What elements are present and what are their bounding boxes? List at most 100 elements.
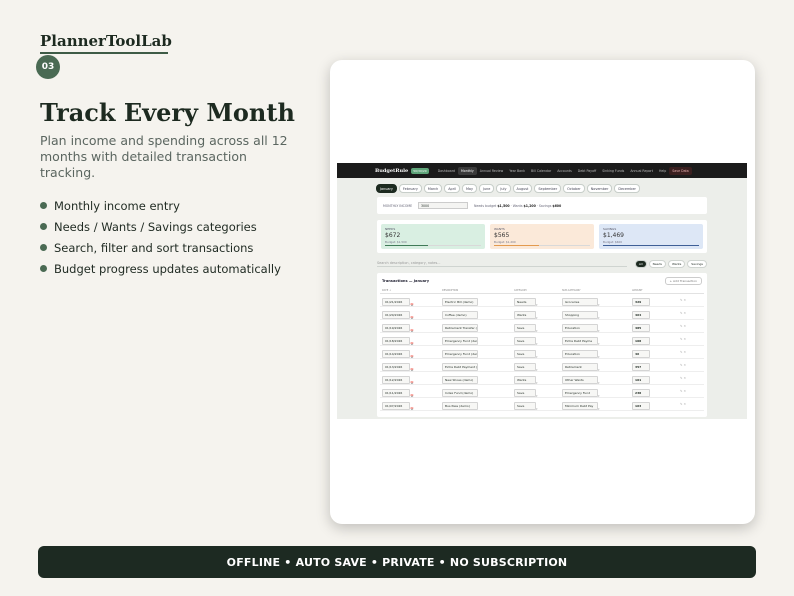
tab-january[interactable]: January	[376, 184, 397, 193]
tab-december[interactable]: December	[614, 184, 640, 193]
add-transaction-button[interactable]: + Add Transaction	[664, 277, 702, 285]
bullet-icon	[40, 244, 47, 251]
row-actions: ✎ ✕	[680, 350, 700, 354]
date-cell: 01/07/2026📅	[380, 395, 442, 414]
filter-needs[interactable]: Needs	[648, 260, 666, 268]
savings-summary-value: $600	[552, 203, 562, 208]
progress-fill	[385, 244, 429, 246]
delete-icon[interactable]: ✕	[683, 402, 686, 406]
card-budget: Budget: $1,500	[385, 240, 407, 244]
feature-list: Monthly income entry Needs / Wants / Sav…	[40, 195, 281, 279]
delete-icon[interactable]: ✕	[683, 311, 686, 315]
nav-debt-payoff[interactable]: Debt Payoff	[575, 167, 599, 175]
feature-item: Monthly income entry	[40, 195, 281, 216]
tab-april[interactable]: April	[444, 184, 460, 193]
tab-november[interactable]: November	[586, 184, 613, 193]
wants-summary-value: $1,200	[523, 203, 536, 208]
nav-bill-calendar[interactable]: Bill Calendar	[528, 167, 554, 175]
app-nav: Dashboard Monthly Annual Review Year Ban…	[435, 166, 692, 175]
savings-card: SAVINGS $1,469 Budget: $600	[599, 224, 703, 249]
progress-bar	[603, 244, 699, 246]
tab-july[interactable]: July	[496, 184, 511, 193]
tab-august[interactable]: August	[512, 184, 533, 193]
delete-icon[interactable]: ✕	[683, 389, 686, 393]
feature-item: Needs / Wants / Savings categories	[40, 216, 281, 237]
delete-icon[interactable]: ✕	[683, 298, 686, 302]
needs-card: NEEDS $672 Budget: $1,500	[381, 224, 485, 249]
filter-savings[interactable]: Savings	[687, 260, 707, 268]
nav-monthly[interactable]: Monthly	[458, 166, 477, 175]
amount-field[interactable]: 163	[632, 401, 650, 410]
needs-summary-label: Needs budget	[474, 203, 497, 208]
nav-accounts[interactable]: Accounts	[554, 167, 575, 175]
app-navbar: BudgetRule 50/30/20 Dashboard Monthly An…	[337, 163, 747, 178]
nav-annual-review[interactable]: Annual Review	[477, 167, 506, 175]
tab-february[interactable]: February	[398, 184, 422, 193]
progress-fill	[494, 244, 540, 246]
subcategory-field[interactable]: Minimum Debt Pay	[562, 401, 598, 410]
transactions-panel: Transactions — January + Add Transaction…	[377, 273, 707, 417]
filter-wants[interactable]: Wants	[668, 260, 686, 268]
card-name: SAVINGS	[603, 227, 617, 231]
search-input[interactable]: Search description, category, notes...	[377, 261, 627, 267]
feature-text: Monthly income entry	[54, 198, 180, 213]
tab-march[interactable]: March	[423, 184, 443, 193]
progress-bar	[385, 244, 481, 246]
row-actions: ✎ ✕	[680, 311, 700, 315]
brand-name: PlannerToolLab	[40, 32, 172, 50]
bullet-icon	[40, 202, 47, 209]
row-actions: ✎ ✕	[680, 363, 700, 367]
card-value: $1,469	[603, 232, 624, 239]
app-screenshot: BudgetRule 50/30/20 Dashboard Monthly An…	[337, 163, 747, 419]
income-panel: MONTHLY INCOME 3000 Needs budget $1,500 …	[377, 197, 707, 214]
month-tabs: January February March April May June Ju…	[376, 184, 747, 193]
tab-october[interactable]: October	[563, 184, 585, 193]
save-data-button[interactable]: Save Data	[669, 166, 692, 175]
progress-bar	[494, 244, 590, 246]
wants-summary-label: Wants	[512, 203, 523, 208]
description-field[interactable]: Bus Pass (demo)	[442, 401, 478, 410]
chevron-down-icon[interactable]: ▾	[598, 407, 600, 411]
screenshot-card: BudgetRule 50/30/20 Dashboard Monthly An…	[330, 60, 755, 524]
delete-icon[interactable]: ✕	[683, 324, 686, 328]
subcategory-cell: Minimum Debt Pay▾	[562, 395, 632, 414]
filter-all[interactable]: All	[634, 260, 647, 268]
card-value: $565	[494, 232, 510, 239]
wants-card: WANTS $565 Budget: $1,200	[490, 224, 594, 249]
brand-underline	[40, 52, 168, 54]
nav-help[interactable]: Help	[656, 167, 669, 175]
nav-annual-report[interactable]: Annual Report	[627, 167, 656, 175]
income-input[interactable]: 3000	[418, 202, 468, 209]
delete-icon[interactable]: ✕	[683, 337, 686, 341]
feature-text: Budget progress updates automatically	[54, 261, 281, 276]
card-name: NEEDS	[385, 227, 396, 231]
logo-pill: 50/30/20	[411, 167, 429, 174]
tab-september[interactable]: September	[534, 184, 562, 193]
category-field[interactable]: Save	[514, 401, 536, 410]
row-actions: ✎ ✕	[680, 376, 700, 380]
nav-year-bank[interactable]: Year Bank	[506, 167, 528, 175]
feature-text: Search, filter and sort transactions	[54, 240, 254, 255]
delete-icon[interactable]: ✕	[683, 363, 686, 367]
nav-sinking-funds[interactable]: Sinking Funds	[599, 167, 627, 175]
feature-item: Search, filter and sort transactions	[40, 237, 281, 258]
subtitle: Plan income and spending across all 12 m…	[40, 133, 288, 180]
bullet-icon	[40, 223, 47, 230]
description-cell: Bus Pass (demo)	[442, 395, 514, 414]
tab-june[interactable]: June	[479, 184, 495, 193]
headline: Track Every Month	[40, 98, 295, 127]
transactions-header: Transactions — January + Add Transaction	[380, 276, 704, 286]
delete-icon[interactable]: ✕	[683, 376, 686, 380]
row-actions: ✎ ✕	[680, 389, 700, 393]
tab-may[interactable]: May	[461, 184, 477, 193]
step-badge: 03	[36, 55, 60, 79]
row-actions: ✎ ✕	[680, 298, 700, 302]
row-actions: ✎ ✕	[680, 337, 700, 341]
card-budget: Budget: $600	[603, 240, 623, 244]
calendar-icon[interactable]: 📅	[410, 407, 414, 411]
chevron-down-icon[interactable]: ▾	[536, 407, 538, 411]
date-field[interactable]: 01/07/2026	[382, 401, 410, 410]
delete-icon[interactable]: ✕	[683, 350, 686, 354]
nav-dashboard[interactable]: Dashboard	[435, 167, 458, 175]
savings-summary-label: Savings	[538, 203, 552, 208]
